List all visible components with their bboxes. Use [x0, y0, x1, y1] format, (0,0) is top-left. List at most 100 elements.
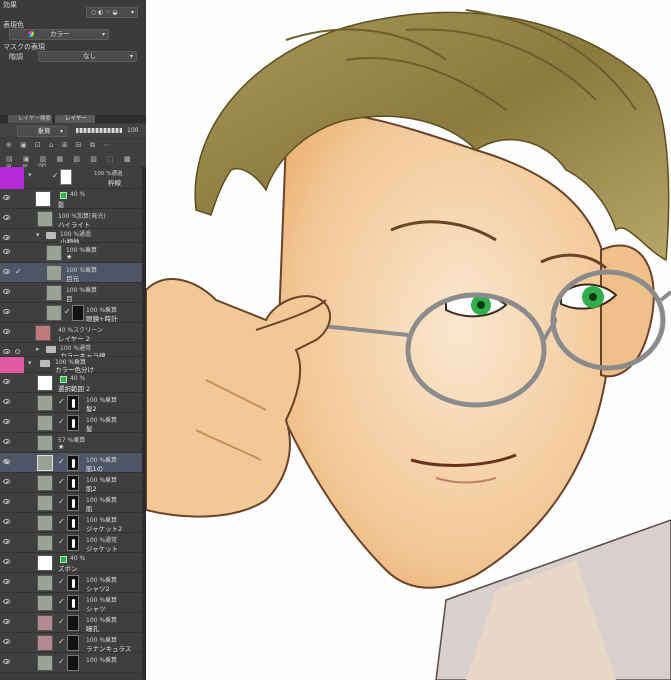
eye-icon[interactable]	[3, 235, 10, 240]
check-icon[interactable]: ✓	[58, 577, 65, 586]
eye-icon[interactable]	[3, 539, 10, 544]
check-icon[interactable]: ✓	[64, 307, 71, 316]
layer-list: ▾ ✓ 100 %通過 枠線 40 % 影 100 %加算(発光) ハイライト …	[0, 167, 146, 680]
layer-row[interactable]: ▾ ✓ 100 %通過 枠線	[0, 167, 146, 189]
check-icon[interactable]: ✓	[58, 517, 65, 526]
eye-icon[interactable]	[3, 269, 10, 274]
eye-icon[interactable]	[3, 289, 10, 294]
eye-icon[interactable]	[3, 439, 10, 444]
layer-thumb	[37, 375, 53, 391]
layer-row-selected[interactable]: ✓ 100 %乗算 目元	[0, 263, 146, 283]
eye-icon[interactable]	[3, 349, 10, 354]
check-icon[interactable]: ✓	[58, 537, 65, 546]
display-color-dropdown[interactable]: カラー ▾	[9, 29, 109, 40]
eye-icon[interactable]	[3, 329, 10, 334]
blend-mode-dropdown[interactable]: 乗算 ▾	[17, 126, 67, 137]
check-icon[interactable]: ✓	[58, 597, 65, 606]
eye-icon[interactable]	[3, 499, 10, 504]
check-icon[interactable]: ✓	[52, 171, 59, 180]
layer-mode: 40 %	[70, 555, 86, 562]
check-icon[interactable]: ✓	[58, 637, 65, 646]
layer-name: ラナンキュラス	[86, 645, 132, 653]
layer-mask-thumb	[67, 535, 79, 551]
layer-row[interactable]: ✓ 100 %乗算 髪2	[0, 393, 146, 413]
layer-mask-thumb	[60, 169, 72, 185]
eye-icon[interactable]	[3, 519, 10, 524]
layer-row[interactable]: ✓ 100 %乗算 眼鏡+時計	[0, 303, 146, 323]
layer-mode: 40 %	[70, 375, 86, 382]
layer-row[interactable]: ✓ 100 %乗算	[0, 653, 146, 673]
illustration	[146, 0, 671, 680]
layer-thumb	[37, 211, 53, 227]
layer-row[interactable]: 40 %スクリーン レイヤー 2	[0, 323, 146, 343]
layer-thumb	[37, 635, 53, 651]
eye-icon[interactable]	[3, 599, 10, 604]
layer-row[interactable]: ✓ 100 %通常 ジャケット	[0, 533, 146, 553]
layer-name: ハイライト	[58, 221, 91, 229]
eye-icon[interactable]	[3, 479, 10, 484]
layer-row[interactable]: ▸ 100 %通常 カラーキャラ線	[0, 343, 146, 360]
layer-row[interactable]: 100 %加算(発光) ハイライト	[0, 209, 146, 229]
layer-row[interactable]: ✓ 100 %乗算 髪	[0, 413, 146, 433]
drawing-canvas[interactable]	[146, 0, 671, 680]
layer-row[interactable]: 40 % ズボン	[0, 553, 146, 573]
layer-thumb	[37, 595, 53, 611]
folder-toggle-icon[interactable]: ▾	[28, 359, 32, 367]
layer-row-selected[interactable]: ✎ ✓ 100 %乗算 肌1の	[0, 453, 146, 473]
check-icon[interactable]: ✓	[58, 657, 65, 666]
eye-icon[interactable]	[3, 379, 10, 384]
layer-row[interactable]: ✓ 100 %乗算 ラナンキュラス	[0, 633, 146, 653]
layer-row[interactable]: ✓ 100 %乗算 シャツ	[0, 593, 146, 613]
check-icon[interactable]: ✓	[58, 497, 65, 506]
layer-mask-thumb	[67, 415, 79, 431]
eye-icon[interactable]	[3, 659, 10, 664]
layer-row[interactable]: 100 %乗算 目	[0, 283, 146, 303]
layer-thumb	[46, 265, 62, 281]
layer-row[interactable]: 40 % 選択範囲 2	[0, 373, 146, 393]
eye-icon[interactable]	[3, 559, 10, 564]
effect-buttons[interactable]: ○ ◐ ⁙ ◒ ▾	[86, 7, 138, 18]
layer-row[interactable]: 57 %乗算 ★	[0, 433, 146, 453]
layer-thumb	[46, 285, 62, 301]
eye-icon[interactable]	[3, 249, 10, 254]
layer-row[interactable]: 40 % 影	[0, 189, 146, 209]
layer-row[interactable]: 100 %乗算 ★	[0, 243, 146, 263]
eye-icon[interactable]	[3, 579, 10, 584]
eye-icon[interactable]	[3, 215, 10, 220]
layer-row[interactable]: ▾ 100 %通過 小物他	[0, 229, 146, 246]
eye-icon[interactable]	[3, 419, 10, 424]
check-icon[interactable]: ✓	[58, 477, 65, 486]
layer-name: ズボン	[58, 565, 78, 573]
layer-row[interactable]: ✓ 100 %乗算 肌2	[0, 473, 146, 493]
eye-icon[interactable]	[3, 619, 10, 624]
folder-toggle-icon[interactable]: ▾	[28, 171, 32, 179]
layer-row[interactable]: ✓ 100 %乗算 肌	[0, 493, 146, 513]
layer-thumb	[37, 615, 53, 631]
folder-toggle-icon[interactable]: ▸	[36, 345, 40, 353]
layer-name: 髪2	[86, 405, 97, 413]
layer-row[interactable]: ✓ 100 %乗算 シャツ2	[0, 573, 146, 593]
opacity-slider[interactable]	[76, 128, 122, 133]
tone-dropdown[interactable]: なし ▾	[38, 51, 137, 62]
tab-layer[interactable]: レイヤー	[55, 115, 95, 123]
layer-row[interactable]: ▾ 100 %乗算 カラー色分け	[0, 357, 146, 374]
layer-mask-thumb	[67, 495, 79, 511]
green-square-icon	[60, 556, 67, 563]
layer-row[interactable]: ✓ 100 %乗算 ジャケット2	[0, 513, 146, 533]
eye-icon[interactable]	[3, 639, 10, 644]
layer-name: 選択範囲 2	[58, 385, 91, 393]
check-icon[interactable]: ✓	[58, 617, 65, 626]
check-icon[interactable]: ✓	[58, 457, 65, 466]
eye-icon[interactable]	[3, 195, 10, 200]
folder-toggle-icon[interactable]: ▾	[36, 231, 40, 239]
layer-row[interactable]: ✓ 100 %乗算 瞳孔	[0, 613, 146, 633]
check-icon[interactable]: ✓	[58, 397, 65, 406]
layer-thumb	[37, 415, 53, 431]
check-icon[interactable]: ✓	[15, 267, 22, 276]
eye-icon[interactable]	[3, 399, 10, 404]
layer-mask-thumb	[67, 635, 79, 651]
layer-thumb	[35, 191, 51, 207]
tab-layer-search[interactable]: レイヤー検索	[8, 115, 52, 123]
eye-icon[interactable]	[3, 309, 10, 314]
check-icon[interactable]: ✓	[58, 417, 65, 426]
